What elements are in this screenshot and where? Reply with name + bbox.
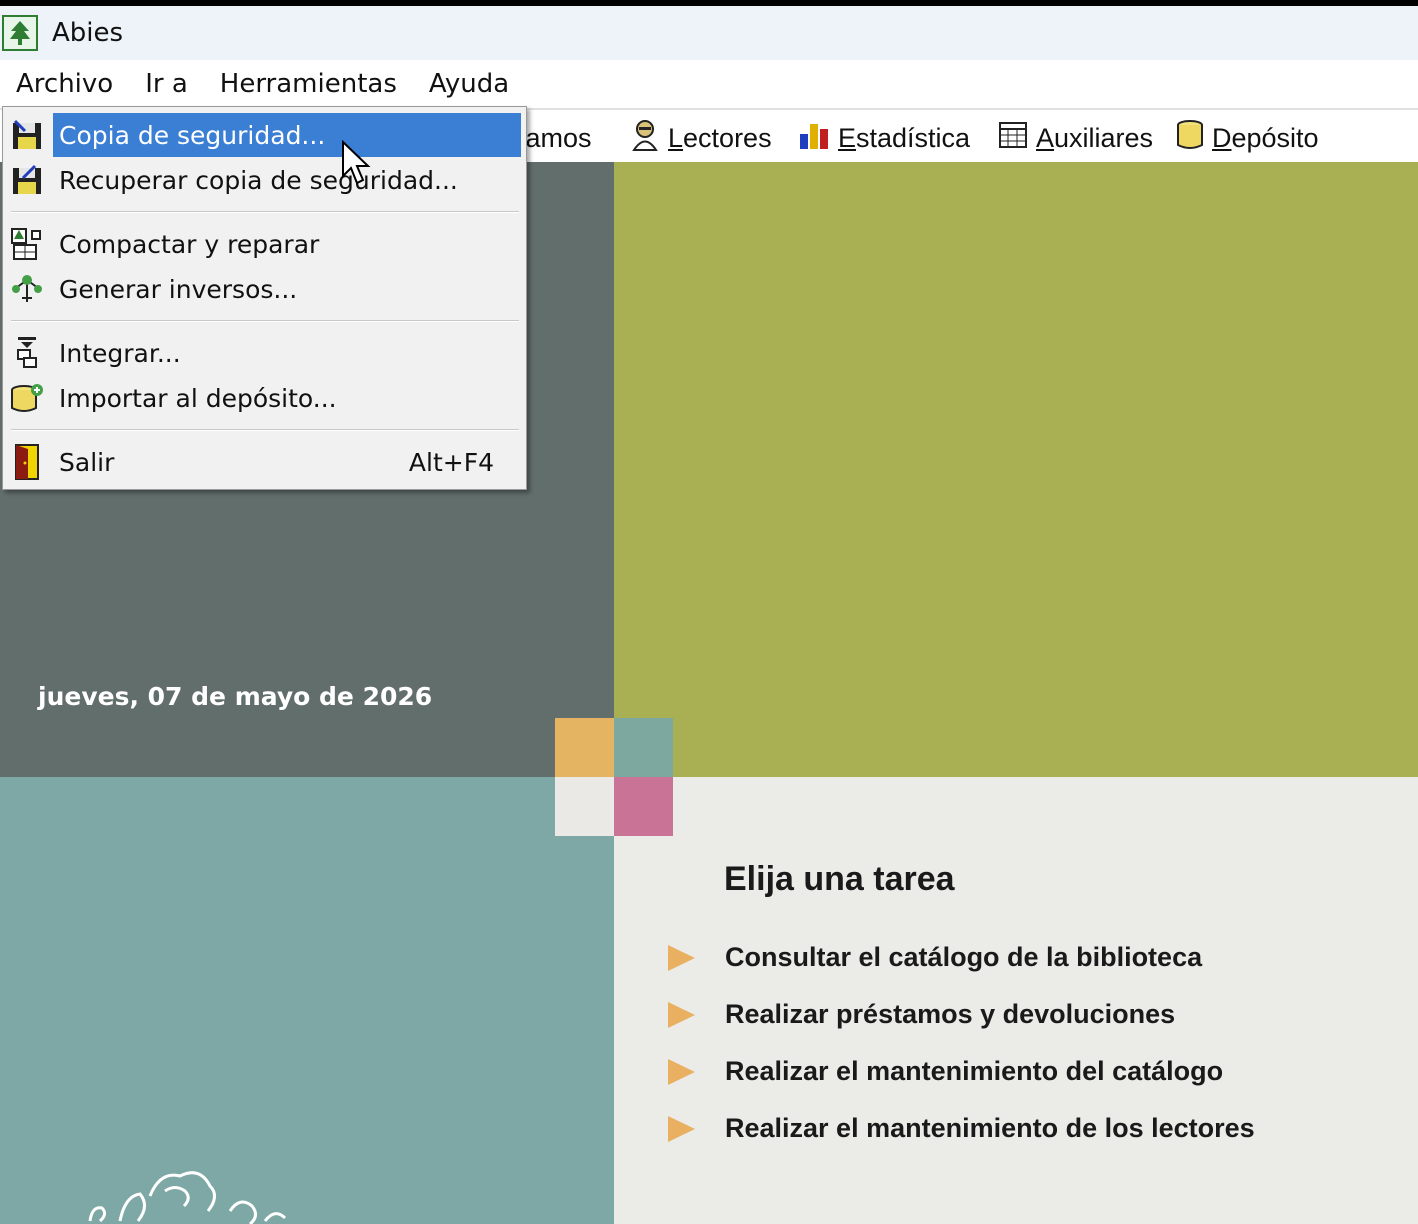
menu-item-label: Integrar... bbox=[59, 338, 181, 368]
menu-item-label: Recuperar copia de seguridad... bbox=[59, 165, 458, 195]
floppy-restore-icon bbox=[9, 162, 45, 198]
title-bar: Abies bbox=[0, 6, 1418, 60]
integrate-icon bbox=[9, 335, 45, 371]
menu-ayuda[interactable]: Ayuda bbox=[413, 60, 525, 108]
decor-square-light bbox=[555, 777, 614, 836]
play-arrow-icon bbox=[668, 1058, 695, 1085]
archivo-dropdown-menu: Copia de seguridad... Recuperar copia de… bbox=[2, 106, 527, 490]
menu-archivo[interactable]: Archivo bbox=[0, 60, 130, 108]
task-label: Realizar préstamos y devoluciones bbox=[725, 999, 1176, 1029]
menu-separator bbox=[11, 320, 519, 322]
play-arrow-icon bbox=[668, 944, 695, 971]
task-label: Realizar el mantenimiento del catálogo bbox=[725, 1056, 1224, 1086]
toolbar-estadistica-button[interactable]: Estadística bbox=[798, 120, 970, 156]
play-arrow-icon bbox=[668, 1115, 695, 1142]
menu-item-importar-deposito[interactable]: Importar al depósito... bbox=[3, 376, 526, 420]
menu-item-label: Compactar y reparar bbox=[59, 229, 320, 259]
auxiliares-mnemonic: A bbox=[1036, 122, 1055, 153]
task-label: Consultar el catálogo de la biblioteca bbox=[725, 942, 1203, 972]
floppy-save-icon bbox=[9, 117, 45, 153]
compact-repair-icon bbox=[9, 226, 45, 262]
tasks-heading: Elija una tarea bbox=[724, 860, 955, 898]
toolbar-deposito-button[interactable]: Depósito bbox=[1176, 119, 1319, 158]
molecule-icon bbox=[9, 271, 45, 307]
menu-item-integrar[interactable]: Integrar... bbox=[3, 331, 526, 375]
menu-item-label: Copia de seguridad... bbox=[59, 120, 326, 150]
task-label: Realizar el mantenimiento de los lectore… bbox=[725, 1113, 1255, 1143]
menu-item-label: Importar al depósito... bbox=[59, 383, 337, 413]
task-mantenimiento-catalogo[interactable]: Realizar el mantenimiento del catálogo bbox=[668, 1056, 1223, 1087]
reader-icon bbox=[630, 119, 660, 158]
menu-item-compactar-reparar[interactable]: Compactar y reparar bbox=[3, 222, 526, 266]
menu-item-salir[interactable]: Salir Alt+F4 bbox=[3, 440, 526, 484]
menu-item-shortcut: Alt+F4 bbox=[408, 447, 494, 477]
table-icon bbox=[998, 121, 1028, 156]
import-bin-icon bbox=[9, 380, 45, 416]
estadistica-mnemonic: E bbox=[838, 122, 857, 153]
lectores-mnemonic: L bbox=[668, 122, 684, 153]
menu-item-generar-inversos[interactable]: Generar inversos... bbox=[3, 267, 526, 311]
toolbar-prestamos-label: tamos bbox=[518, 122, 592, 153]
current-date: jueves, 07 de mayo de 2026 bbox=[38, 682, 433, 711]
toolbar-auxiliares-button[interactable]: Auxiliares bbox=[998, 120, 1153, 156]
deposito-mnemonic: D bbox=[1212, 122, 1232, 153]
window-title: Abies bbox=[52, 18, 124, 48]
menu-item-label: Generar inversos... bbox=[59, 274, 298, 304]
play-arrow-icon bbox=[668, 1001, 695, 1028]
exit-door-icon bbox=[9, 444, 45, 480]
menu-separator bbox=[11, 211, 519, 213]
tree-app-icon bbox=[2, 15, 38, 51]
storage-bin-icon bbox=[1176, 119, 1204, 158]
bar-chart-icon bbox=[798, 120, 830, 157]
home-panel-olive bbox=[614, 162, 1418, 777]
decor-square-pink bbox=[614, 777, 673, 836]
toolbar-prestamos-button[interactable]: tamos bbox=[518, 120, 592, 156]
menu-item-copia-seguridad[interactable]: Copia de seguridad... bbox=[3, 113, 526, 157]
task-mantenimiento-lectores[interactable]: Realizar el mantenimiento de los lectore… bbox=[668, 1113, 1255, 1144]
menu-ir-a[interactable]: Ir a bbox=[129, 60, 204, 108]
deposito-label: epósito bbox=[1231, 122, 1319, 153]
estadistica-label: stadística bbox=[856, 122, 971, 153]
auxiliares-label: uxiliares bbox=[1054, 122, 1154, 153]
task-consultar-catalogo[interactable]: Consultar el catálogo de la biblioteca bbox=[668, 942, 1202, 973]
home-panel-teal bbox=[0, 777, 614, 1224]
menu-item-label: Salir bbox=[59, 447, 115, 477]
menu-item-recuperar-copia[interactable]: Recuperar copia de seguridad... bbox=[3, 158, 526, 202]
app-window: Abies Archivo Ir a Herramientas Ayuda ta… bbox=[0, 6, 1418, 1224]
menu-separator bbox=[11, 429, 519, 431]
task-prestamos-devoluciones[interactable]: Realizar préstamos y devoluciones bbox=[668, 999, 1175, 1030]
menu-herramientas[interactable]: Herramientas bbox=[204, 60, 413, 108]
decor-square-orange bbox=[555, 718, 614, 777]
decor-square-teal bbox=[614, 718, 673, 777]
crest-logo bbox=[80, 1166, 300, 1224]
mouse-pointer-icon bbox=[341, 139, 371, 190]
menu-bar: Archivo Ir a Herramientas Ayuda bbox=[0, 60, 1418, 108]
lectores-label: ectores bbox=[683, 122, 772, 153]
toolbar-lectores-button[interactable]: Lectores bbox=[630, 119, 772, 158]
